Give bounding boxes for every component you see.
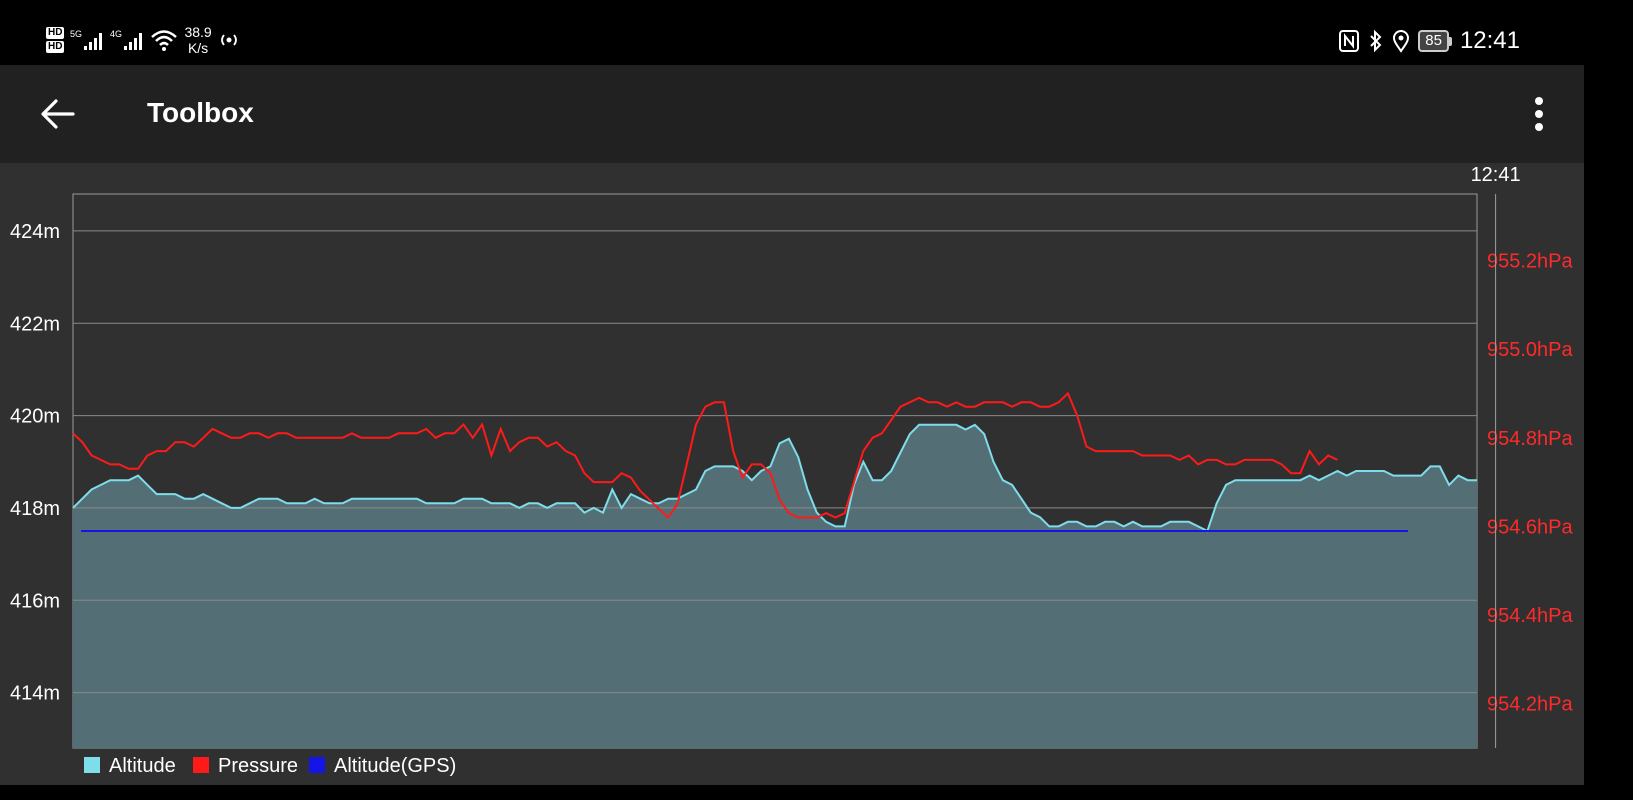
status-right: 85 12:41 [1338,24,1520,58]
sim-indicators: HD HD [46,27,65,53]
net2-label: 4G [110,29,122,39]
altitude-area [73,424,1477,748]
left-tick-label: 414m [10,683,60,705]
nav-bar-area [0,785,1584,800]
time-marker-label: 12:41 [1471,164,1521,186]
network-speed: 38.9 K/s [184,24,211,56]
altitude-pressure-chart[interactable]: 424m 422m 420m 418m 416m 414m 955.2hPa 955.0hPa… [0,163,1584,785]
status-left: HD HD 5G 4G 38.9 K/s [46,20,240,60]
more-vert-icon [1535,97,1543,131]
left-tick-label: 416m [10,590,60,612]
legend-label-2: Altitude(GPS) [334,755,456,777]
battery-level: 85 [1418,30,1449,52]
left-tick-label: 424m [10,221,60,243]
sim2-hd-icon: HD [46,41,65,53]
right-tick-label: 954.4hPa [1487,605,1574,627]
legend-swatch-1 [193,757,209,773]
signal-5g-icon: 5G [70,29,103,50]
right-tick-label: 954.8hPa [1487,428,1574,450]
right-tick-label: 954.2hPa [1487,694,1574,716]
battery-indicator: 85 [1418,30,1452,52]
legend-label-1: Pressure [218,755,298,777]
speed-value: 38.9 [184,24,212,40]
status-clock: 12:41 [1459,27,1520,54]
hotspot-icon [220,34,237,46]
location-icon [1393,30,1410,53]
overflow-menu-button[interactable] [1515,87,1563,141]
back-button[interactable] [30,87,84,141]
arrow-back-icon [41,99,75,129]
screen-edge [1584,65,1633,800]
left-tick-label: 418m [10,498,60,520]
bluetooth-icon [1370,29,1382,53]
app-bar: Toolbox [0,65,1584,163]
net1-label: 5G [70,29,82,39]
right-tick-label: 954.6hPa [1487,516,1574,538]
left-tick-label: 420m [10,406,60,428]
speed-unit: K/s [187,40,209,56]
page-title: Toolbox [147,97,254,128]
legend-swatch-2 [309,757,325,773]
signal-4g-icon: 4G [110,29,143,50]
legend-swatch-0 [84,757,100,773]
battery-tip [1448,36,1452,46]
right-tick-label: 955.0hPa [1487,339,1574,361]
nfc-icon [1339,30,1360,52]
sim1-hd-icon: HD [46,27,65,39]
right-tick-label: 955.2hPa [1487,250,1574,272]
status-bar: HD HD 5G 4G 38.9 K/s 85 12:41 [0,0,1633,65]
left-tick-label: 422m [10,313,60,335]
chart-panel: 424m 422m 420m 418m 416m 414m 955.2hPa 955.0hPa… [0,163,1584,785]
wifi-icon [151,30,178,51]
legend-label-0: Altitude [109,755,176,777]
